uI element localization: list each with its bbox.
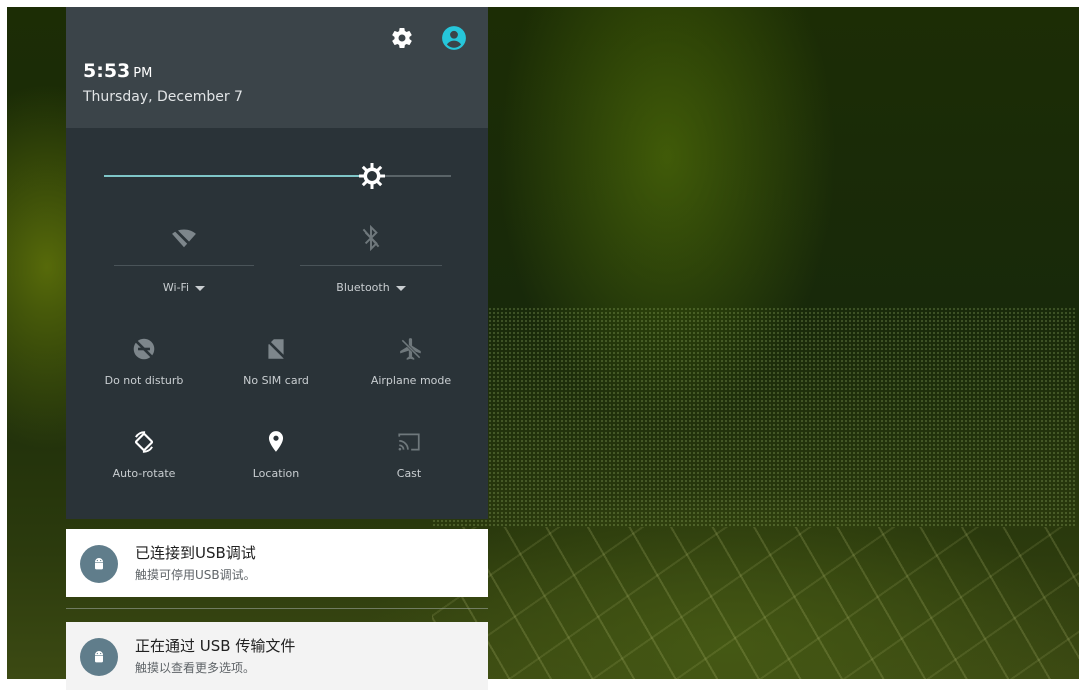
bluetooth-divider xyxy=(300,265,442,266)
clock[interactable]: 5:53 PM xyxy=(83,60,152,82)
airplane-mode-label: Airplane mode xyxy=(370,374,452,387)
notification-usb-file-transfer[interactable]: 正在通过 USB 传输文件 触摸以查看更多选项。 xyxy=(66,622,488,690)
quick-settings-header[interactable]: 5:53 PM Thursday, December 7 xyxy=(66,7,488,128)
tile-no-sim[interactable]: No SIM card xyxy=(216,336,336,387)
clock-ampm: PM xyxy=(133,66,153,81)
wifi-label[interactable]: Wi-Fi xyxy=(114,281,254,294)
cast-label: Cast xyxy=(396,467,422,480)
location-label: Location xyxy=(252,467,300,480)
do-not-disturb-label: Do not disturb xyxy=(104,374,184,387)
wallpaper-leaf-veins xyxy=(432,527,1079,679)
date-label[interactable]: Thursday, December 7 xyxy=(83,89,243,105)
no-sim-label: No SIM card xyxy=(243,374,309,387)
clock-time: 5:53 xyxy=(83,60,131,82)
notification-usb-debugging[interactable]: 已连接到USB调试 触摸可停用USB调试。 xyxy=(66,529,488,597)
notification-text: 触摸以查看更多选项。 xyxy=(135,661,256,675)
gear-icon[interactable] xyxy=(388,24,416,52)
location-pin-icon xyxy=(268,431,284,452)
tile-do-not-disturb[interactable]: Do not disturb xyxy=(84,336,204,387)
wallpaper-dot-pattern xyxy=(432,307,1077,527)
airplane-off-icon xyxy=(400,338,422,360)
android-icon xyxy=(80,638,118,676)
tile-cast[interactable]: Cast xyxy=(349,429,469,480)
notification-title: 正在通过 USB 传输文件 xyxy=(135,637,296,655)
brightness-slider-track-filled[interactable] xyxy=(104,175,372,177)
notification-text: 触摸可停用USB调试。 xyxy=(135,568,256,582)
wifi-off-icon xyxy=(172,227,196,249)
tile-airplane-mode[interactable]: Airplane mode xyxy=(346,336,476,387)
notification-title: 已连接到USB调试 xyxy=(135,544,256,562)
cast-icon xyxy=(398,433,420,451)
notification-separator xyxy=(66,608,488,609)
tile-location[interactable]: Location xyxy=(216,429,336,480)
bluetooth-label[interactable]: Bluetooth xyxy=(300,281,442,294)
wifi-divider xyxy=(114,265,254,266)
auto-rotate-icon xyxy=(134,431,154,453)
quick-settings-panel: Wi-Fi Bluetooth Do not disturb No SIM ca… xyxy=(66,128,488,519)
no-sim-icon xyxy=(265,338,287,360)
brightness-slider-thumb[interactable] xyxy=(358,162,386,190)
android-icon xyxy=(80,545,118,583)
chevron-down-icon[interactable] xyxy=(395,285,406,291)
tile-bluetooth[interactable]: Bluetooth xyxy=(300,225,442,294)
bluetooth-off-icon xyxy=(362,225,380,251)
brightness-icon xyxy=(359,163,385,189)
account-circle-icon[interactable] xyxy=(440,24,468,52)
do-not-disturb-icon xyxy=(133,338,155,360)
chevron-down-icon[interactable] xyxy=(195,285,206,291)
tile-auto-rotate[interactable]: Auto-rotate xyxy=(84,429,204,480)
auto-rotate-label: Auto-rotate xyxy=(112,467,176,480)
tile-wifi[interactable]: Wi-Fi xyxy=(114,225,254,294)
